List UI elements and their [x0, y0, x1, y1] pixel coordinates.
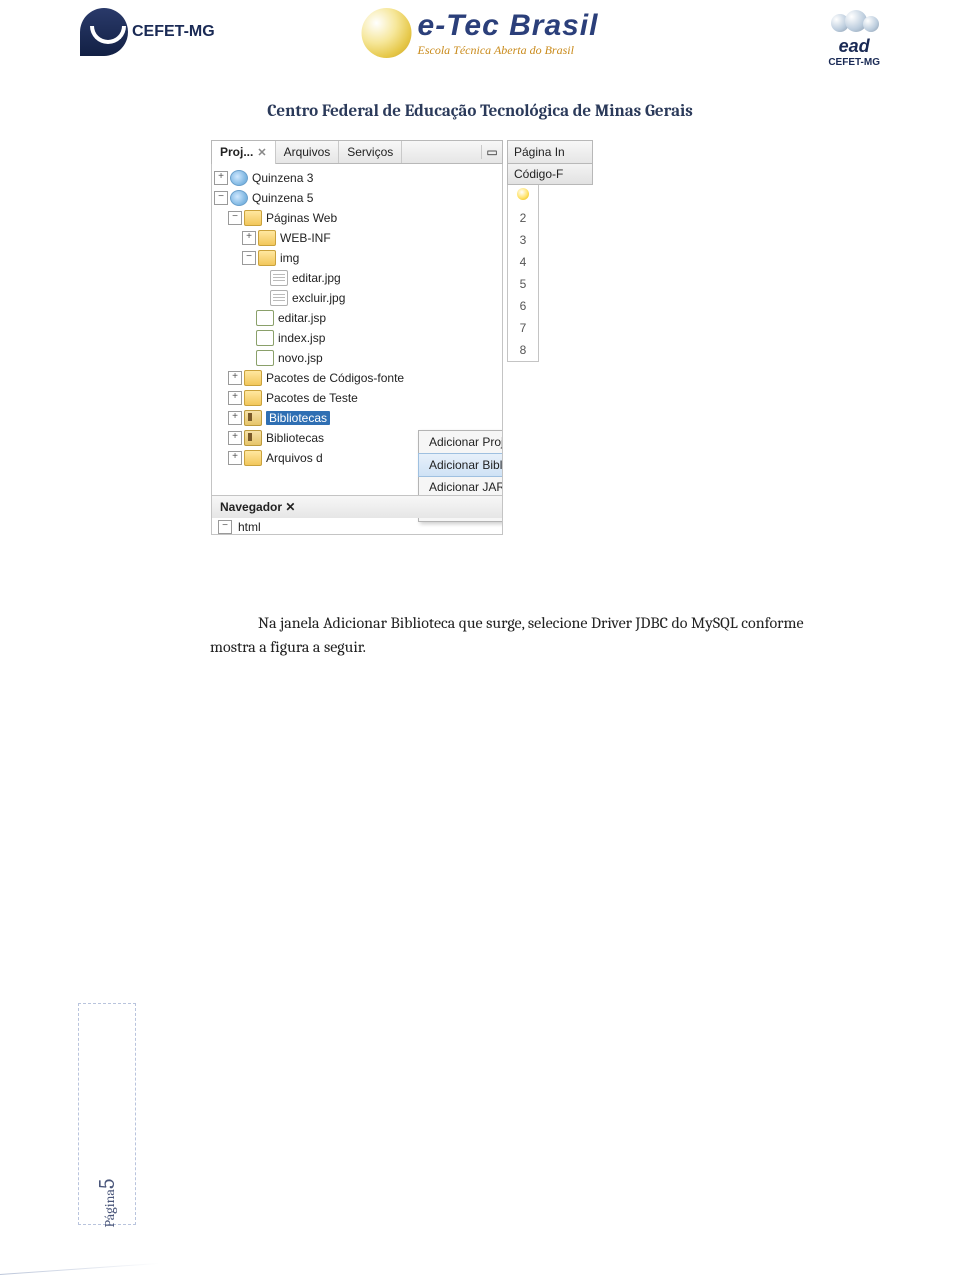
- expand-icon[interactable]: +: [228, 451, 242, 465]
- body-text: Na janela Adicionar Biblioteca que surge…: [210, 611, 820, 659]
- tree-web-inf[interactable]: WEB-INF: [280, 231, 331, 245]
- folder-icon: [244, 390, 262, 406]
- jsp-file-icon: [256, 310, 274, 326]
- nav-html-node[interactable]: html: [238, 520, 261, 534]
- tree-editar-jpg[interactable]: editar.jpg: [292, 271, 341, 285]
- gutter-line: 8: [508, 339, 538, 361]
- editor-subtab[interactable]: Código-F: [507, 164, 593, 185]
- library-icon: [244, 430, 262, 446]
- collapse-icon[interactable]: −: [214, 191, 228, 205]
- menu-adicionar-biblioteca[interactable]: Adicionar Biblioteca...: [418, 453, 503, 477]
- tree-bibliotecas-selected[interactable]: Bibliotecas: [266, 411, 330, 425]
- globe-icon: [230, 190, 248, 206]
- expand-icon[interactable]: +: [228, 391, 242, 405]
- tab-arquivos[interactable]: Arquivos: [276, 141, 340, 163]
- tree-img[interactable]: img: [280, 251, 299, 265]
- gutter-line: 4: [508, 251, 538, 273]
- logo-cefet: CEFET-MG: [80, 8, 215, 56]
- side-panel-tabs: Proj... ✕ Arquivos Serviços ▭: [211, 140, 503, 164]
- logo-etec-brasil: e-Tec Brasil Escola Técnica Aberta do Br…: [362, 8, 599, 58]
- page-number: 5: [94, 1179, 120, 1189]
- tree-quinzena5[interactable]: Quinzena 5: [252, 191, 313, 205]
- folder-icon: [244, 210, 262, 226]
- header-subtitle: Centro Federal de Educação Tecnológica d…: [80, 102, 880, 121]
- ead-label: ead: [828, 36, 880, 57]
- tab-servicos[interactable]: Serviços: [339, 141, 402, 163]
- collapse-icon[interactable]: −: [228, 211, 242, 225]
- file-icon: [270, 270, 288, 286]
- tree-pacotes-teste[interactable]: Pacotes de Teste: [266, 391, 358, 405]
- gutter-line: 3: [508, 229, 538, 251]
- minimize-icon[interactable]: ▭: [481, 145, 502, 159]
- cefet-label: CEFET-MG: [132, 23, 215, 41]
- expand-icon[interactable]: −: [218, 520, 232, 534]
- close-icon[interactable]: ✕: [257, 147, 266, 159]
- collapse-icon[interactable]: −: [242, 251, 256, 265]
- jsp-file-icon: [256, 350, 274, 366]
- gutter-line: 7: [508, 317, 538, 339]
- menu-adicionar-projeto[interactable]: Adicionar Projeto...: [419, 431, 503, 454]
- folder-icon: [244, 450, 262, 466]
- tree-bibliotecas-2[interactable]: Bibliotecas: [266, 431, 324, 445]
- orbs-icon: [829, 8, 879, 36]
- ead-sublabel: CEFET-MG: [828, 57, 880, 68]
- expand-icon[interactable]: +: [214, 171, 228, 185]
- body-paragraph: Na janela Adicionar Biblioteca que surge…: [210, 611, 820, 659]
- cefet-icon: [80, 8, 128, 56]
- footer-rule: [0, 1263, 160, 1275]
- tree-excluir-jpg[interactable]: excluir.jpg: [292, 291, 345, 305]
- ide-screenshot: Proj... ✕ Arquivos Serviços ▭ + Quinzena 3…: [210, 139, 592, 571]
- close-icon[interactable]: ✕: [285, 500, 295, 514]
- tab-navegador[interactable]: Navegador ✕: [212, 500, 303, 514]
- lightbulb-icon[interactable]: [517, 188, 529, 200]
- expand-icon[interactable]: +: [242, 231, 256, 245]
- tab-navegador-label: Navegador: [220, 500, 282, 514]
- tab-projetos-label: Proj...: [220, 145, 253, 159]
- tree-arquivos-d[interactable]: Arquivos d: [266, 451, 323, 465]
- tree-novo-jsp[interactable]: novo.jsp: [278, 351, 323, 365]
- document-header: CEFET-MG e-Tec Brasil Escola Técnica Abe…: [80, 0, 880, 100]
- gutter-line: 5: [508, 273, 538, 295]
- globe-icon: [362, 8, 412, 58]
- etec-tagline: Escola Técnica Aberta do Brasil: [418, 43, 599, 58]
- logo-ead: ead CEFET-MG: [828, 8, 880, 68]
- tab-projetos[interactable]: Proj... ✕: [212, 141, 276, 164]
- library-icon: [244, 410, 262, 426]
- globe-icon: [230, 170, 248, 186]
- folder-icon: [258, 230, 276, 246]
- editor-tab[interactable]: Página In: [507, 140, 593, 164]
- tree-pacotes-fonte[interactable]: Pacotes de Códigos-fonte: [266, 371, 404, 385]
- file-icon: [270, 290, 288, 306]
- editor-gutter: 2 3 4 5 6 7 8: [507, 185, 539, 362]
- expand-icon[interactable]: +: [228, 411, 242, 425]
- expand-icon[interactable]: +: [228, 371, 242, 385]
- folder-icon: [244, 370, 262, 386]
- tree-editar-jsp[interactable]: editar.jsp: [278, 311, 326, 325]
- gutter-line: 2: [508, 207, 538, 229]
- gutter-line: 6: [508, 295, 538, 317]
- expand-icon[interactable]: +: [228, 431, 242, 445]
- etec-brand-text: e-Tec Brasil: [418, 9, 599, 43]
- tree-paginas-web[interactable]: Páginas Web: [266, 211, 337, 225]
- page-number-box: Página5: [78, 1003, 136, 1225]
- folder-icon: [258, 250, 276, 266]
- tree-quinzena3[interactable]: Quinzena 3: [252, 171, 313, 185]
- project-tree[interactable]: +Quinzena 3 −Quinzena 5 −Páginas Web +WE…: [212, 164, 502, 472]
- page-label: Página: [101, 1189, 118, 1227]
- tree-index-jsp[interactable]: index.jsp: [278, 331, 325, 345]
- jsp-file-icon: [256, 330, 274, 346]
